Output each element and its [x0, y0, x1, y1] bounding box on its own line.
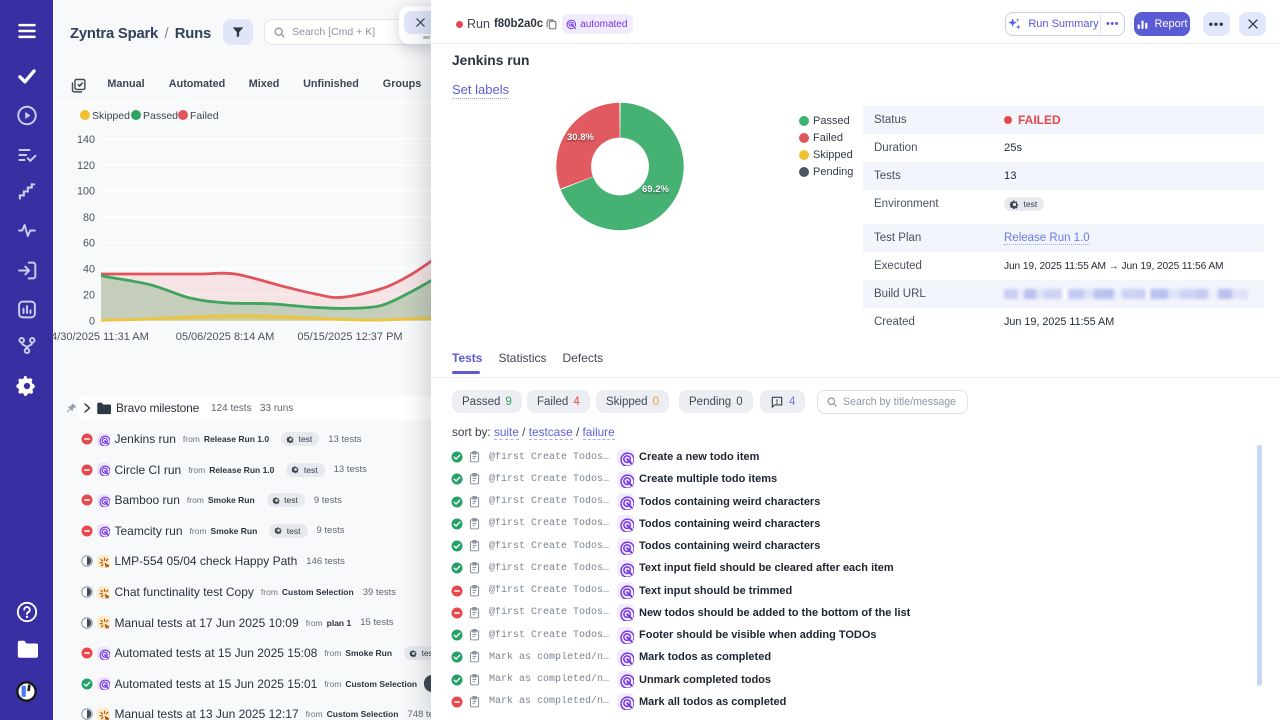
- svg-text:80: 80: [83, 212, 95, 224]
- svg-text:Failed: Failed: [190, 110, 219, 122]
- svg-text:40: 40: [83, 263, 95, 275]
- svg-text:100: 100: [77, 186, 95, 198]
- svg-text:05/06/2025 8:14 AM: 05/06/2025 8:14 AM: [176, 331, 274, 343]
- svg-text:0: 0: [89, 316, 95, 328]
- svg-text:05/15/2025 12:37 PM: 05/15/2025 12:37 PM: [297, 331, 402, 343]
- svg-text:60: 60: [83, 238, 95, 250]
- svg-text:Skipped: Skipped: [92, 110, 130, 122]
- svg-text:04/30/2025 11:31 AM: 04/30/2025 11:31 AM: [45, 331, 149, 343]
- svg-text:120: 120: [77, 160, 95, 172]
- svg-text:140: 140: [77, 134, 95, 146]
- svg-text:20: 20: [83, 290, 95, 302]
- svg-text:Passed: Passed: [143, 110, 178, 122]
